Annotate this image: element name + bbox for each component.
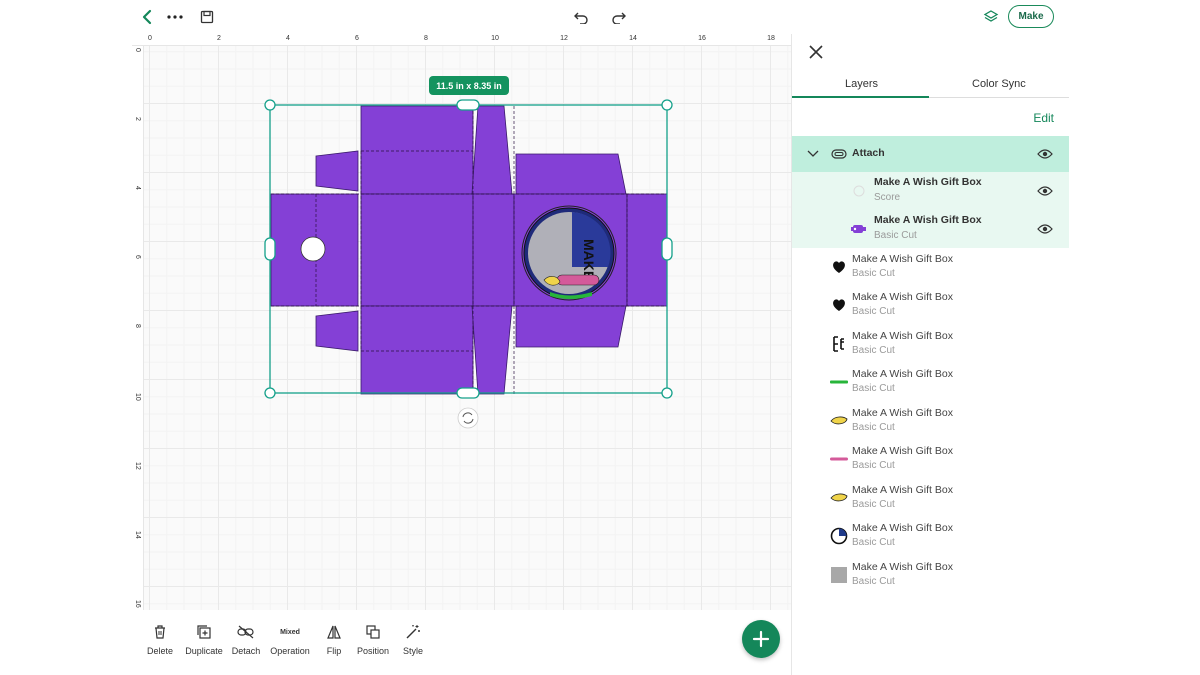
tab-color-sync[interactable]: Color Sync: [972, 78, 1026, 90]
layer-row[interactable]: Make A Wish Gift Box Basic Cut: [792, 480, 1069, 518]
eye-icon[interactable]: [1037, 148, 1053, 160]
layer-row[interactable]: Make A Wish Gift Box Basic Cut: [792, 287, 1069, 325]
eye-icon[interactable]: [1037, 223, 1053, 235]
close-icon[interactable]: [806, 42, 826, 62]
layers-icon[interactable]: [980, 6, 1002, 28]
gift-box-design[interactable]: MAKE: [132, 34, 791, 610]
heart-black-icon: [830, 296, 848, 314]
yellow-drop-icon: [830, 489, 848, 507]
attach-icon: [831, 149, 847, 159]
selection-size-label: 11.5 in x 8.35 in: [429, 76, 509, 95]
flip-button[interactable]: Flip: [312, 622, 356, 656]
eye-icon[interactable]: [1037, 185, 1053, 197]
trash-icon: [138, 622, 182, 642]
text-glyph-icon: [830, 335, 848, 353]
duplicate-icon: [182, 622, 226, 642]
group-label: Attach: [852, 147, 885, 159]
layer-row[interactable]: Make A Wish Gift Box Basic Cut: [792, 557, 1069, 595]
purple-box-icon: [850, 220, 868, 238]
gray-square-icon: [830, 566, 848, 584]
layer-row[interactable]: Make A Wish Gift Box Basic Cut: [792, 403, 1069, 441]
make-button[interactable]: Make: [1008, 5, 1054, 28]
undo-icon[interactable]: [570, 6, 592, 28]
svg-text:MAKE: MAKE: [581, 239, 597, 280]
circle-blue-icon: [830, 527, 848, 545]
redo-icon[interactable]: [608, 6, 630, 28]
detach-icon: [224, 622, 268, 642]
layer-row[interactable]: Make A Wish Gift Box Basic Cut: [792, 249, 1069, 287]
pink-line-icon: [830, 450, 848, 468]
plus-icon: [752, 630, 770, 648]
layer-row-score[interactable]: Make A Wish Gift Box Score: [792, 172, 1069, 210]
active-tab-indicator: [792, 96, 929, 98]
heart-black-icon: [830, 258, 848, 276]
duplicate-button[interactable]: Duplicate: [182, 622, 226, 656]
flip-icon: [312, 622, 356, 642]
layer-group-attach[interactable]: Attach: [792, 136, 1069, 172]
delete-button[interactable]: Delete: [138, 622, 182, 656]
layer-row[interactable]: Make A Wish Gift Box Basic Cut: [792, 518, 1069, 556]
layer-row[interactable]: Make A Wish Gift Box Basic Cut: [792, 364, 1069, 402]
style-button[interactable]: Style: [391, 622, 435, 656]
magic-wand-icon: [391, 622, 435, 642]
layer-row[interactable]: Make A Wish Gift Box Basic Cut: [792, 326, 1069, 364]
design-canvas[interactable]: 0 2 4 6 8 10 12 14 16 18 0 2 4 6 8 10 12 14 16: [132, 34, 791, 610]
position-button[interactable]: Position: [351, 622, 395, 656]
layer-row-purple-cut[interactable]: Make A Wish Gift Box Basic Cut: [792, 210, 1069, 248]
layer-row[interactable]: Make A Wish Gift Box Basic Cut: [792, 441, 1069, 479]
more-icon[interactable]: [164, 6, 186, 28]
detach-button[interactable]: Detach: [224, 622, 268, 656]
score-icon: [850, 182, 868, 200]
top-toolbar: Make: [132, 0, 1068, 34]
app: Make 0 2 4 6 8 10 12 14 16 18 0 2 4 6 8 10 12 14 16: [0, 0, 1200, 675]
chevron-down-icon[interactable]: [807, 150, 819, 158]
green-line-icon: [830, 373, 848, 391]
yellow-drop-icon: [830, 412, 848, 430]
edit-button[interactable]: Edit: [1033, 111, 1054, 125]
panel-tabs: Layers Color Sync: [792, 74, 1069, 98]
add-button[interactable]: [742, 620, 780, 658]
bottom-toolbar: Delete Duplicate Detach Mixed Operation …: [132, 610, 791, 675]
layers-panel: Layers Color Sync Edit Attach Make A Wis…: [791, 34, 1069, 675]
position-icon: [351, 622, 395, 642]
back-icon[interactable]: [136, 6, 158, 28]
operation-value: Mixed: [280, 628, 300, 636]
operation-button[interactable]: Mixed Operation: [268, 622, 312, 657]
tab-layers[interactable]: Layers: [845, 78, 878, 90]
save-icon[interactable]: [196, 6, 218, 28]
